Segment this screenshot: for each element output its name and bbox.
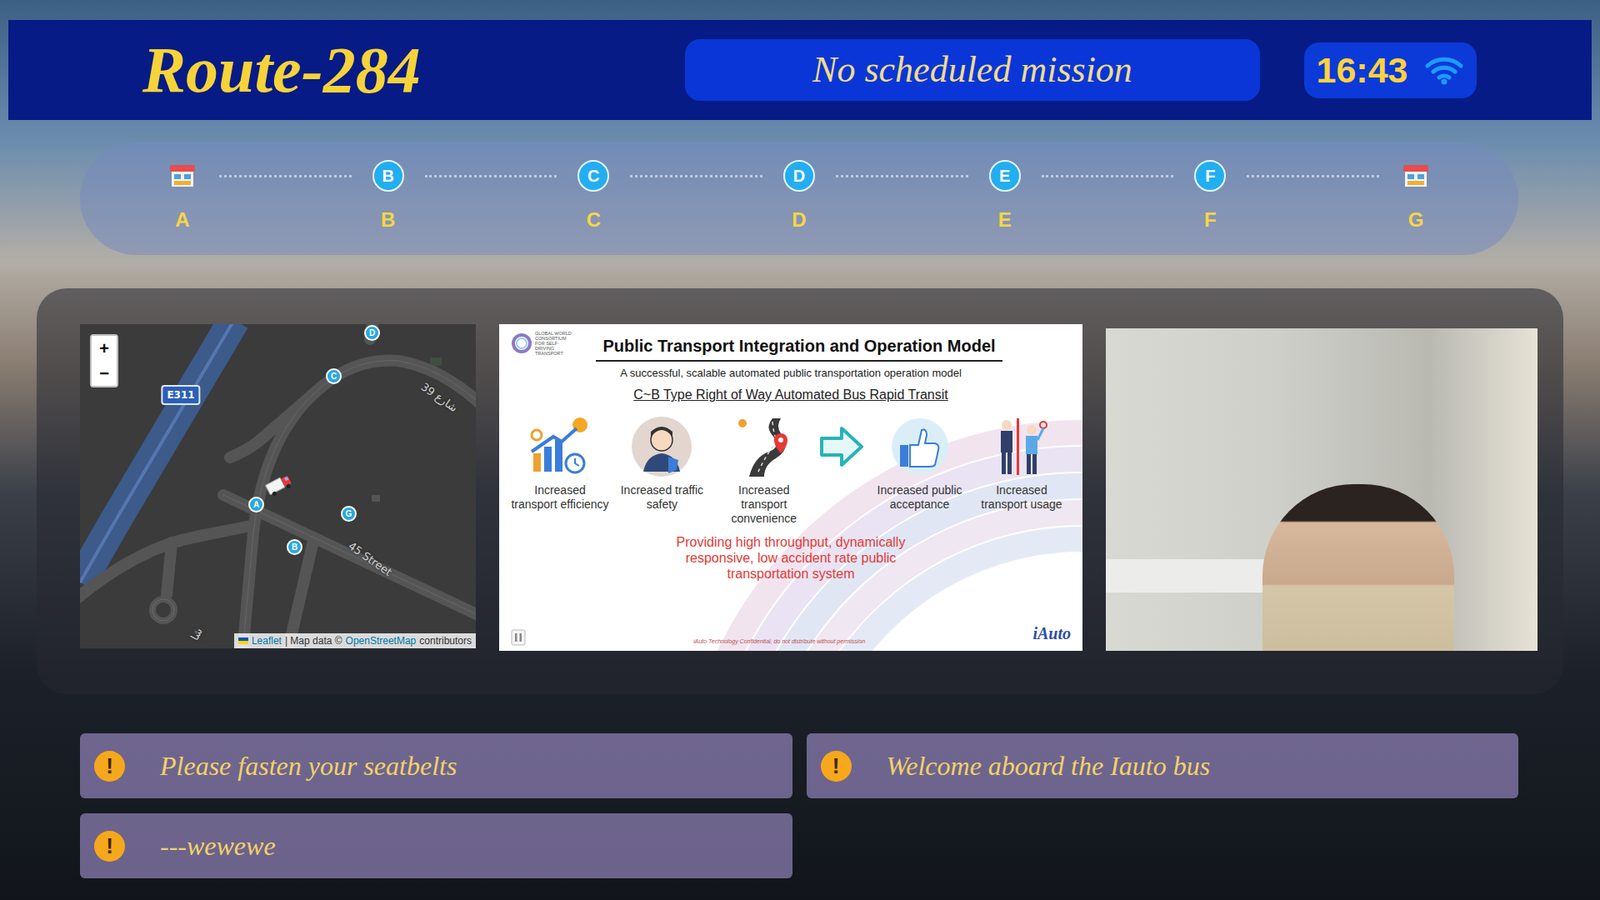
route-segment — [425, 175, 558, 178]
benefit-label: Increased transport convenience — [715, 483, 814, 525]
route-title: Route-284 — [142, 37, 685, 103]
consortium-logo: GLOBAL WORLD CONSORTIUM FOR SELF-DRIVING… — [510, 330, 578, 356]
slide-footer: iAuto Technology Confidential, do not di… — [510, 620, 1071, 646]
mission-text: No scheduled mission — [812, 42, 1133, 98]
route-stop[interactable]: EE — [980, 160, 1030, 233]
stop-label: B — [380, 208, 395, 233]
route-map[interactable]: +−E311شارع 3945 StreetشاDCAGBLeaflet| Ma… — [80, 324, 476, 649]
attribution-suffix: contributors — [419, 634, 472, 648]
benefit-label: Increased transport usage — [972, 483, 1071, 512]
benefit-label: Increased transport efficiency — [510, 483, 610, 512]
road-shield: E311 — [160, 385, 200, 405]
benefit-item: Increased transport efficiency — [510, 415, 610, 512]
alert-icon: ! — [820, 750, 852, 782]
usage-icon — [990, 415, 1054, 479]
map-stop-pin[interactable]: B — [286, 539, 303, 555]
notice-text: Welcome aboard the Iauto bus — [886, 750, 1211, 782]
notice-message: ! ---wewewe — [80, 813, 793, 879]
slide-subtitle: A successful, scalable automated public … — [510, 366, 1071, 380]
map-stop-pin[interactable]: D — [364, 325, 380, 341]
wifi-icon — [1424, 55, 1465, 85]
pause-icon — [510, 629, 526, 646]
confidential-note: iAuto Technology Confidential, do not di… — [693, 637, 865, 647]
stop-badge: E — [989, 160, 1021, 192]
benefit-item: Increased traffic safety — [612, 415, 711, 512]
camera-feed — [1105, 328, 1538, 651]
brand-logo: iAuto — [1032, 620, 1071, 646]
route-segment — [219, 175, 352, 178]
zoom-control: +− — [90, 334, 119, 388]
alert-icon: ! — [94, 750, 125, 782]
route-stop[interactable]: BB — [363, 160, 414, 233]
convenience-icon — [732, 415, 796, 479]
clock-pill: 16:43 — [1304, 42, 1477, 99]
benefit-row: Increased transport efficiencyIncreased … — [510, 415, 1071, 525]
benefit-item: Increased transport convenience — [715, 415, 814, 525]
route-stop[interactable]: CC — [568, 160, 619, 233]
safety-icon — [630, 415, 694, 479]
map-stop-pin[interactable]: C — [325, 368, 342, 385]
mission-status: No scheduled mission — [685, 39, 1260, 101]
stop-label: G — [1408, 208, 1425, 233]
stop-label: F — [1204, 208, 1217, 233]
osm-link[interactable]: OpenStreetMap — [345, 634, 417, 648]
slide-heading: C~B Type Right of Way Automated Bus Rapi… — [510, 386, 1071, 404]
stop-badge: C — [577, 160, 610, 192]
slide-conclusion: Providing high throughput, dynamically r… — [674, 534, 908, 583]
notice-text: Please fasten your seatbelts — [160, 750, 457, 782]
presentation-slide: GLOBAL WORLD CONSORTIUM FOR SELF-DRIVING… — [499, 324, 1083, 651]
flag-icon — [238, 637, 249, 645]
notice-message: ! Welcome aboard the Iauto bus — [806, 733, 1520, 799]
stop-badge: B — [372, 160, 405, 192]
leaflet-link[interactable]: Leaflet — [251, 634, 282, 648]
stop-label: D — [791, 208, 806, 233]
benefit-item: Increased public acceptance — [870, 415, 970, 512]
display-screen: Route-284No scheduled mission16:43 ABBCC… — [0, 0, 1600, 879]
route-segment — [630, 175, 763, 178]
alert-icon: ! — [94, 830, 125, 862]
route-stop[interactable]: DD — [774, 160, 825, 233]
stop-badge: F — [1194, 160, 1226, 192]
slide-title: Public Transport Integration and Operati… — [595, 330, 1002, 362]
benefit-label: Increased public acceptance — [870, 483, 970, 512]
stop-label: C — [586, 208, 601, 233]
benefit-label: Increased traffic safety — [612, 483, 711, 512]
attribution-text: | Map data © — [285, 634, 343, 648]
zoom-out-button[interactable]: − — [91, 360, 117, 386]
slide-header: GLOBAL WORLD CONSORTIUM FOR SELF-DRIVING… — [510, 330, 1071, 362]
route-stop[interactable]: G — [1390, 160, 1441, 233]
route-segment — [1041, 175, 1175, 178]
bus-location-icon — [263, 473, 294, 497]
map-stop-pin[interactable]: G — [340, 505, 357, 522]
route-stops-bar: A BB CC DD EE FF G — [80, 142, 1519, 255]
logo-text: GLOBAL WORLD CONSORTIUM FOR SELF-DRIVING… — [535, 330, 577, 356]
clock-time: 16:43 — [1316, 52, 1409, 89]
map-attribution: Leaflet| Map data ©OpenStreetMapcontribu… — [234, 633, 476, 649]
route-segment — [835, 175, 969, 178]
notice-area: ! Please fasten your seatbelts! Welcome ab… — [80, 733, 1519, 879]
acceptance-icon — [888, 415, 952, 479]
benefit-item: Increased transport usage — [972, 415, 1071, 512]
zoom-in-button[interactable]: + — [91, 335, 117, 361]
route-stop[interactable]: FF — [1185, 160, 1235, 233]
map-stop-pin[interactable]: A — [248, 496, 265, 513]
station-icon — [166, 160, 199, 192]
efficiency-icon — [528, 415, 592, 479]
top-bar: Route-284 No scheduled mission 16:43 — [8, 20, 1592, 120]
station-icon — [1400, 160, 1432, 192]
media-panel: +−E311شارع 3945 StreetشاDCAGBLeaflet| Ma… — [36, 288, 1564, 695]
arrow-icon — [816, 415, 867, 479]
stop-badge: D — [783, 160, 815, 192]
notice-text: ---wewewe — [160, 830, 276, 862]
notice-message: ! Please fasten your seatbelts — [80, 733, 793, 799]
stop-label: A — [175, 208, 190, 233]
route-stop[interactable]: A — [157, 160, 208, 233]
route-segment — [1246, 175, 1380, 178]
stop-label: E — [998, 208, 1012, 233]
